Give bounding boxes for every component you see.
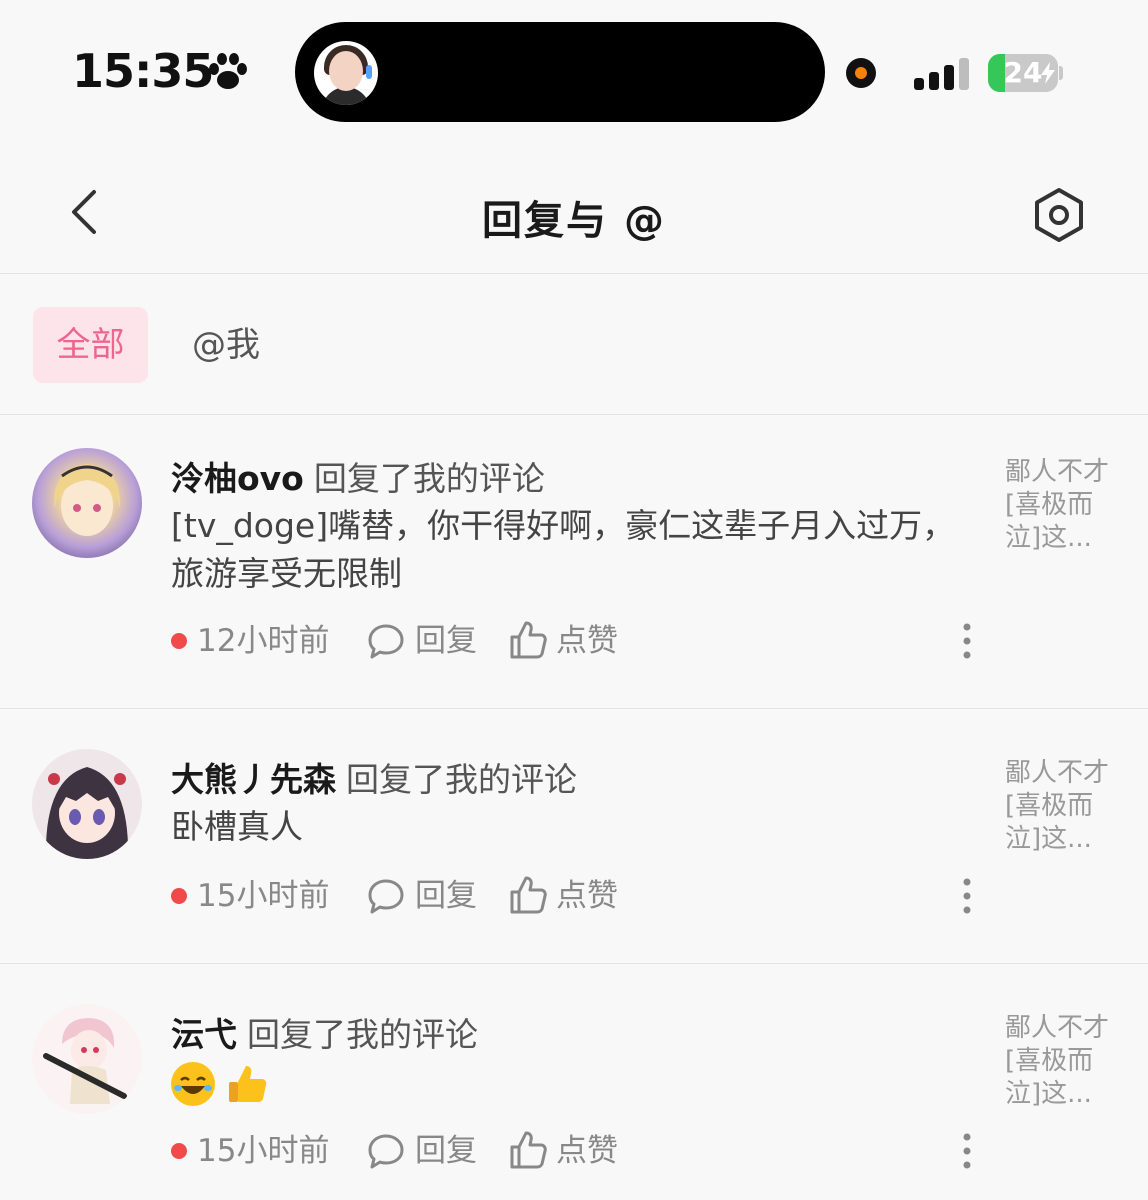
thumbs-up-icon[interactable] [508,1129,548,1171]
thumbs-up-emoji [225,1062,269,1106]
comment-bubble-icon[interactable] [367,622,405,660]
unread-dot [171,633,187,649]
battery-icon: 24 [988,54,1063,92]
timestamp: 12小时前 [197,623,330,659]
action-text: 回复了我的评论 [346,760,577,799]
timestamp: 15小时前 [197,878,330,914]
comment-text[interactable]: 卧槽真人 [171,803,961,851]
notification-item[interactable]: 沄弋 回复了我的评论 15小时前 回复 点赞 鄙人不才[喜极而泣]这... [0,964,1148,1200]
rofl-emoji [171,1061,215,1106]
nav-bar: 回复与 @ [0,150,1148,274]
comment-text[interactable] [171,1058,961,1106]
tab-all[interactable]: 全部 [33,307,148,383]
paw-icon [209,53,247,89]
username[interactable]: 泠柚ovo [171,459,304,498]
status-time: 15:35 [72,44,214,98]
action-text: 回复了我的评论 [313,459,545,498]
avatar[interactable] [32,1004,142,1114]
original-comment-preview[interactable]: 鄙人不才[喜极而泣]这... [1005,1012,1117,1111]
username[interactable]: 大熊丿先森 [171,760,336,799]
original-comment-preview[interactable]: 鄙人不才[喜极而泣]这... [1005,757,1117,856]
timestamp: 15小时前 [197,1133,330,1169]
charging-icon [1041,62,1055,84]
more-vertical-icon[interactable] [955,621,979,661]
reply-button[interactable]: 回复 [415,1129,477,1173]
notification-item[interactable]: 大熊丿先森 回复了我的评论 卧槽真人 15小时前 回复 点赞 鄙人不才[喜极而泣]… [0,709,1148,964]
like-button[interactable]: 点赞 [556,874,618,918]
page-title: 回复与 @ [482,198,666,244]
unread-dot [171,888,187,904]
reply-button[interactable]: 回复 [415,874,477,918]
status-bar: 15:35 24 [0,0,1148,140]
avatar[interactable] [32,448,142,558]
comment-bubble-icon[interactable] [367,1132,405,1170]
live-activity-avatar[interactable] [314,41,378,105]
like-button[interactable]: 点赞 [556,619,618,663]
more-vertical-icon[interactable] [955,876,979,916]
dynamic-island[interactable] [295,22,825,122]
meta-row: 12小时前 回复 点赞 [171,619,651,663]
thumbs-up-icon[interactable] [508,874,548,916]
username[interactable]: 沄弋 [171,1015,237,1054]
like-button[interactable]: 点赞 [556,1129,618,1173]
reply-button[interactable]: 回复 [415,619,477,663]
meta-row: 15小时前 回复 点赞 [171,1129,651,1173]
avatar[interactable] [32,749,142,859]
more-vertical-icon[interactable] [955,1131,979,1171]
comment-bubble-icon[interactable] [367,877,405,915]
unread-dot [171,1143,187,1159]
original-comment-preview[interactable]: 鄙人不才[喜极而泣]这... [1005,456,1117,555]
recording-indicator-icon [846,58,876,88]
notification-item[interactable]: 泠柚ovo 回复了我的评论 [tv_doge]嘴替，你干得好啊，豪仁这辈子月入过万… [0,416,1148,709]
action-text: 回复了我的评论 [247,1015,478,1054]
settings-icon[interactable] [1030,186,1088,244]
filter-tabs: 全部 @我 [0,275,1148,415]
tab-mentions[interactable]: @我 [192,307,260,383]
meta-row: 15小时前 回复 点赞 [171,874,651,918]
signal-icon [914,58,972,90]
comment-text[interactable]: [tv_doge]嘴替，你干得好啊，豪仁这辈子月入过万，旅游享受无限制 [171,502,961,598]
thumbs-up-icon[interactable] [508,619,548,661]
